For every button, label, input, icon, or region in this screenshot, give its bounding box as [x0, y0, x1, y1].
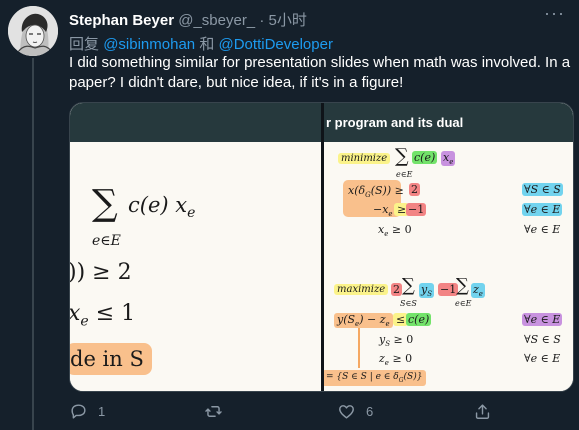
objective-text: c(e) x [128, 193, 188, 217]
sum-index: e∈E [92, 233, 121, 249]
like-button[interactable]: 6 [337, 402, 373, 421]
tweet-actions: 1 6 [69, 400, 574, 424]
tweet-time[interactable]: 5小时 [269, 12, 307, 29]
primal-c3-quantifier: ∀e ∈ E [524, 223, 561, 236]
share-icon [475, 404, 490, 419]
line3-sub: e [80, 313, 89, 330]
slide-title: r program and its dual [326, 115, 464, 130]
reply-prefix: 回复 [69, 36, 100, 53]
dual-ze: ze [471, 283, 485, 299]
c3-rest: ≥ 0 [388, 223, 412, 236]
dual-two: 2 [391, 283, 402, 296]
media-image-left[interactable]: ∑ c(e) xe e∈E )) ≥ 2 xe ≤ 1 de in S [70, 103, 321, 391]
dual-c3-rest: ≥ 0 [388, 352, 413, 365]
line3-rest: ≤ 1 [88, 301, 136, 326]
heart-icon [339, 405, 354, 419]
constraint-line-2: )) ≥ 2 [70, 260, 132, 285]
primal-c1-rhs: 2 [409, 183, 420, 196]
thread-connector-line [32, 58, 34, 430]
primal-sum-symbol: ∑ [395, 145, 409, 167]
dual-c2-rest: ≥ 0 [390, 333, 414, 346]
dual-c1-quantifier: ∀e ∈ E [522, 313, 563, 326]
footnote-a: = {S ∈ S | e ∈ δ [326, 372, 399, 382]
tweet-header: Stephan Beyer @_sbeyer_ · 5小时 [69, 9, 307, 30]
avatar[interactable] [8, 6, 58, 56]
slide-title-band-right: r program and its dual [324, 103, 573, 142]
primal-c1-quantifier: ∀S ∈ S [522, 183, 563, 196]
objective-expression: c(e) xe [128, 193, 195, 221]
mention-link-2[interactable]: @DottiDeveloper [219, 36, 333, 53]
c1-lhs-a: x(δ [348, 184, 366, 197]
retweet-icon [205, 406, 222, 417]
c2-lhs-sub: e [388, 210, 393, 219]
dual-sum2-symbol: ∑ [456, 275, 469, 296]
line3-var: x [70, 301, 80, 326]
primal-c2-lhs: −xe [373, 203, 393, 218]
reply-context: 回复 @sibinmohan 和 @DottiDeveloper [69, 33, 333, 54]
c1-lhs-b: (S)) ≥ [370, 184, 404, 197]
reply-icon [71, 404, 86, 419]
primal-var: xe [441, 151, 456, 167]
primal-sum-index: e∈E [396, 170, 413, 179]
mention-link-1[interactable]: @sibinmohan [103, 36, 195, 53]
footnote-connector [358, 328, 360, 368]
dual-c1-a: y(S [337, 313, 356, 326]
footnote-highlight: de in S [70, 343, 152, 375]
dual-sum1-symbol: ∑ [402, 275, 415, 296]
primal-c2-rhs: −1 [406, 203, 427, 216]
dual-c2: yS ≥ 0 [379, 333, 413, 348]
dual-c3: ze ≥ 0 [379, 352, 412, 367]
author-handle[interactable]: @_sbeyer_ [178, 12, 255, 29]
dual-c3-quantifier: ∀e ∈ E [524, 352, 561, 365]
avatar-portrait-image [8, 6, 58, 56]
dual-ys: yS [419, 283, 435, 299]
dual-ys-sub: S [427, 290, 433, 299]
primal-c3: xe ≥ 0 [378, 223, 412, 238]
like-count: 6 [366, 404, 374, 419]
reply-button[interactable]: 1 [69, 402, 105, 421]
sum-symbol: ∑ [92, 183, 118, 224]
c2-lhs-x: −x [373, 203, 389, 216]
objective-subscript: e [187, 205, 196, 222]
constraint-line-3: xe ≤ 1 [70, 301, 135, 329]
header-separator: · [259, 12, 265, 29]
author-name[interactable]: Stephan Beyer [69, 12, 174, 29]
primal-c2-quantifier: ∀e ∈ E [522, 203, 563, 216]
reply-and: 和 [199, 36, 215, 53]
share-button[interactable] [473, 402, 492, 421]
dual-c1-sub2: e [385, 320, 390, 329]
reply-count: 1 [98, 404, 106, 419]
footnote-b: (S)} [403, 372, 423, 382]
dual-footnote: = {S ∈ S | e ∈ δG(S)} [324, 370, 427, 386]
media-image-right[interactable]: r program and its dual minimize ∑ e∈E c(… [324, 103, 573, 391]
dual-c2-quantifier: ∀S ∈ S [524, 333, 561, 346]
primal-cost: c(e) [412, 151, 438, 164]
primal-c1-lhs: x(δG(S)) ≥ [348, 184, 404, 199]
minimize-label: minimize [338, 153, 391, 164]
tweet-text: I did something similar for presentation… [69, 54, 571, 91]
retweet-button[interactable] [204, 402, 233, 421]
maximize-label: maximize [334, 284, 389, 295]
primal-var-sub: e [449, 158, 454, 167]
tweet-media[interactable]: ∑ c(e) xe e∈E )) ≥ 2 xe ≤ 1 de in S r pr… [69, 102, 574, 392]
dual-sum2-index: e∈E [455, 299, 472, 308]
dual-c1-rhs: c(e) [406, 313, 432, 326]
more-options-icon[interactable]: ··· [544, 3, 565, 24]
dual-sum1-index: S∈S [400, 299, 417, 308]
slide-title-band [70, 103, 321, 142]
dual-c1-b: ) − z [359, 313, 386, 326]
dual-c1-lhs: y(Se) − ze [334, 313, 393, 329]
dual-ze-sub: e [478, 290, 483, 299]
